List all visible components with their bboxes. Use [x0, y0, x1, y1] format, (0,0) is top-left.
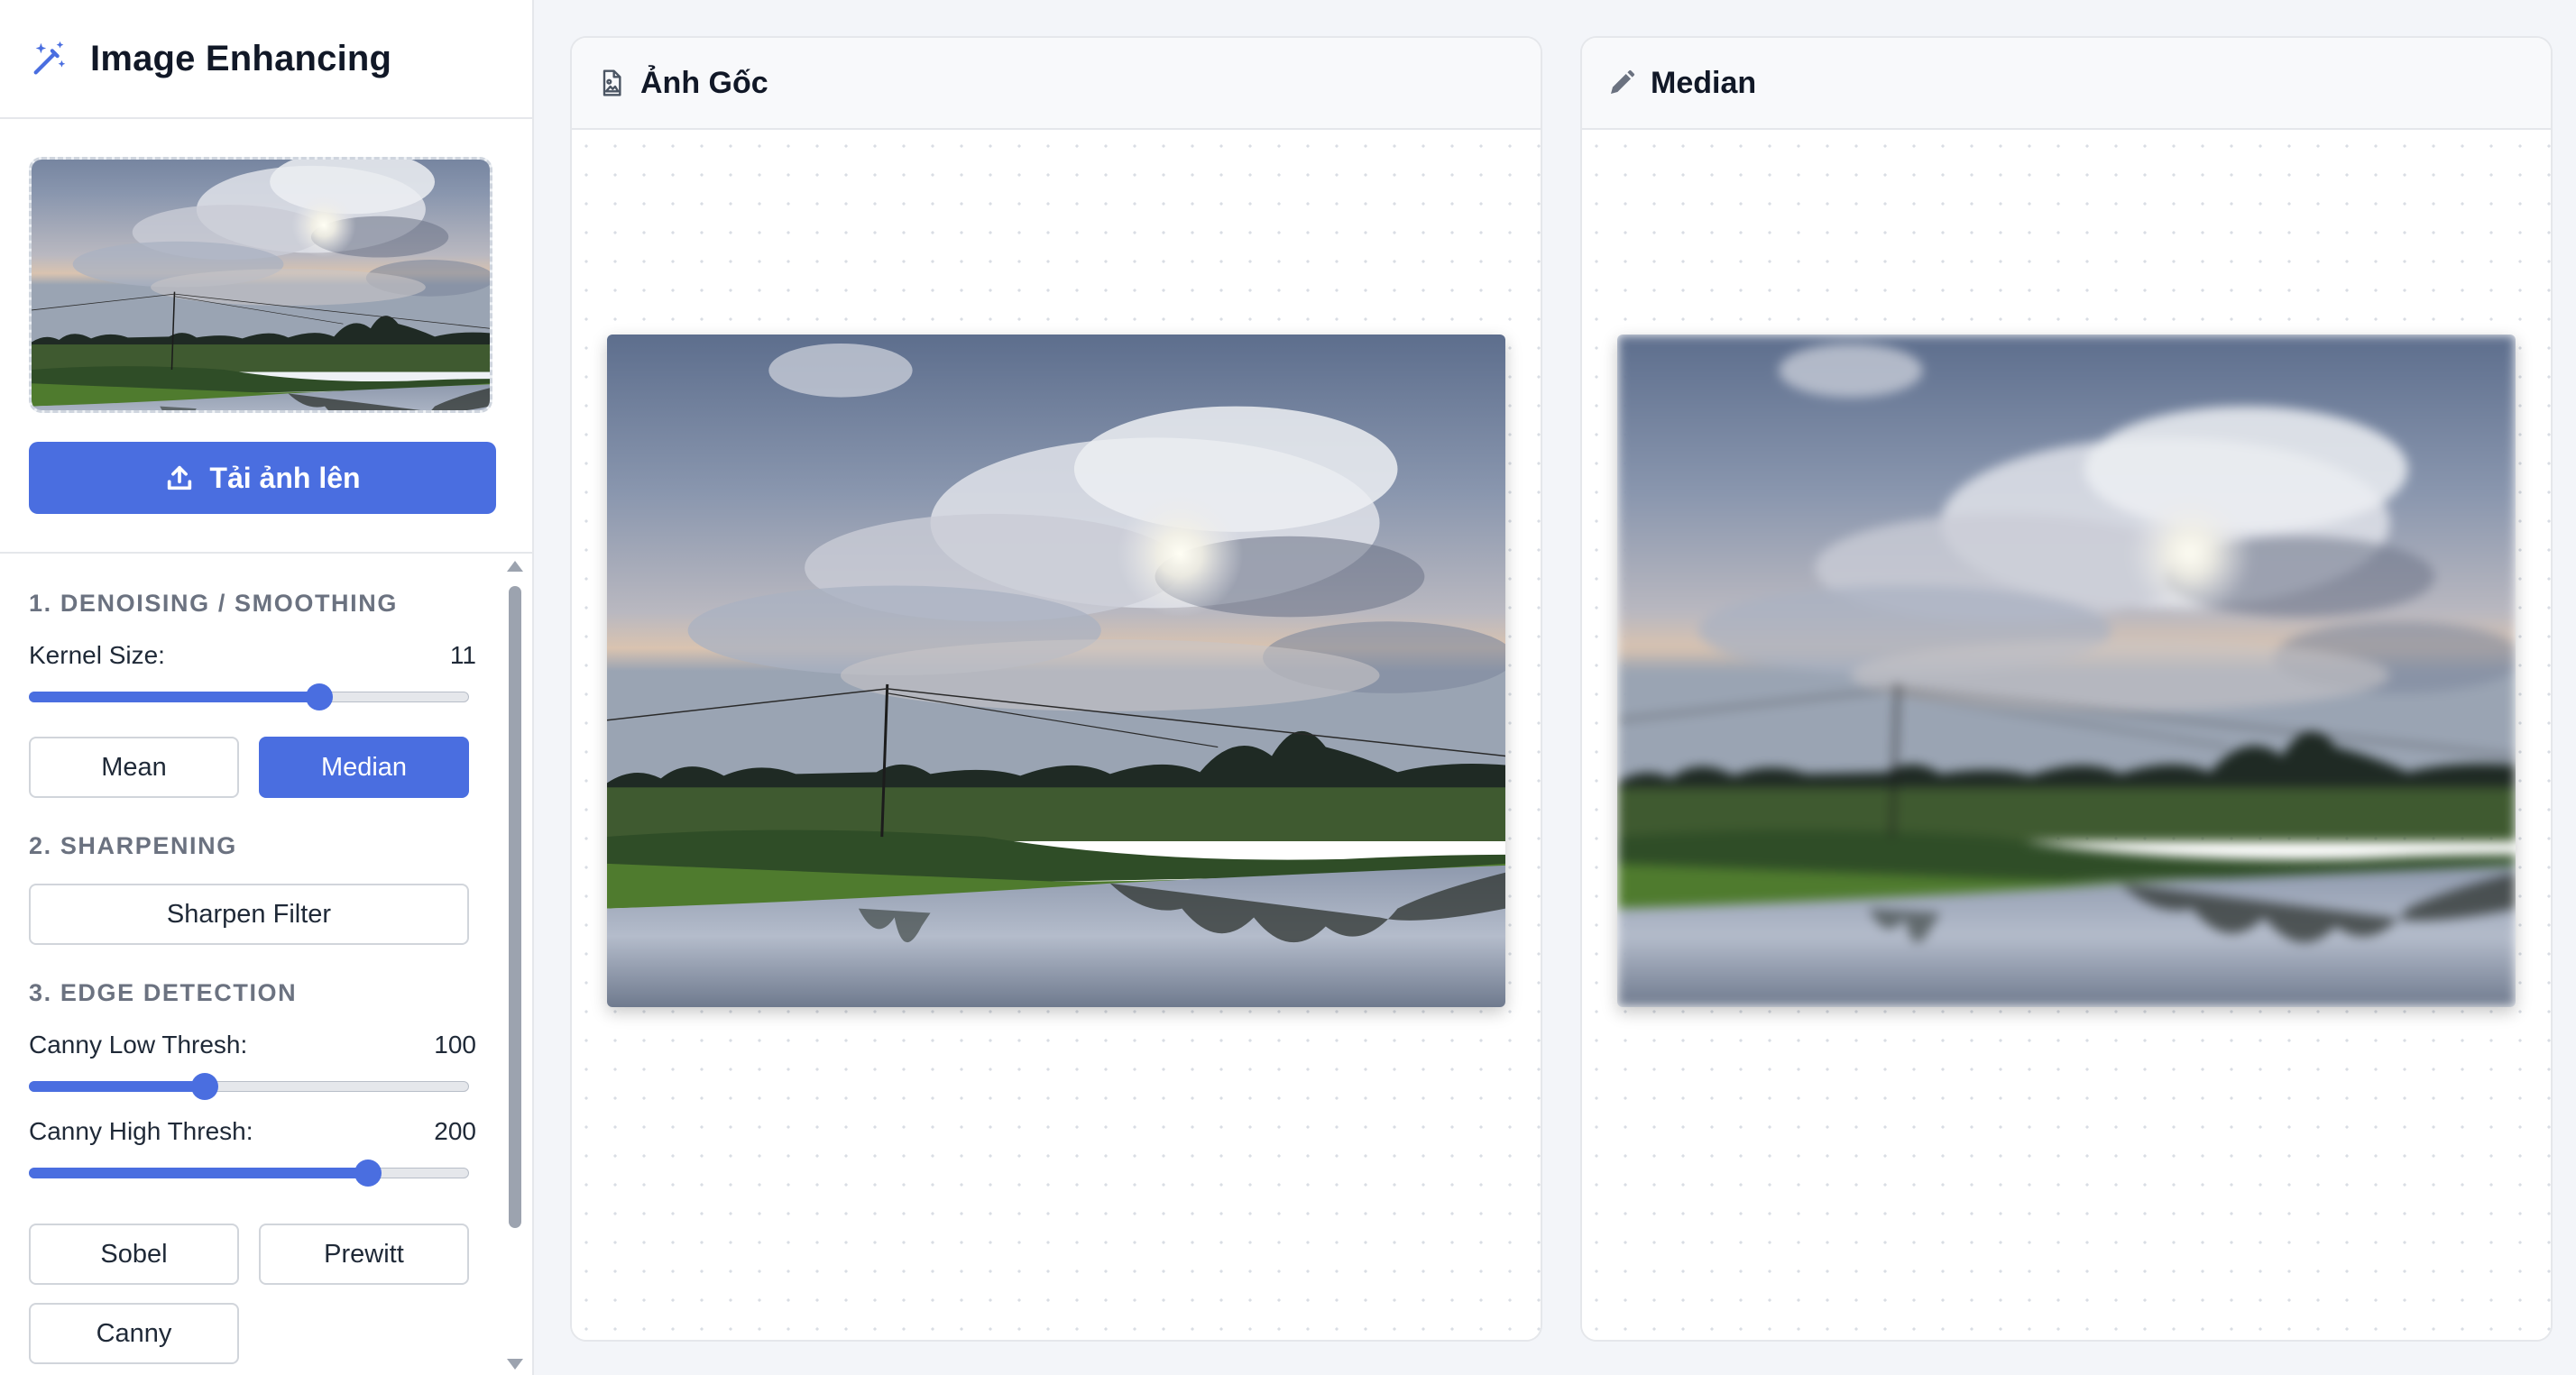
median-button[interactable]: Median — [259, 737, 469, 798]
canny-high-value: 200 — [434, 1117, 476, 1145]
canny-button[interactable]: Canny — [29, 1303, 239, 1364]
section-edge-title: 3. EDGE DETECTION — [29, 979, 298, 1006]
magic-wand-icon — [33, 41, 66, 75]
canny-low-label: Canny Low Thresh: — [29, 1031, 248, 1059]
slider-handle[interactable] — [306, 683, 334, 710]
edge-buttons-2: Canny — [29, 1303, 476, 1364]
slider-handle[interactable] — [191, 1073, 219, 1100]
original-image-panel: Ảnh Gốc — [570, 36, 1542, 1342]
kernel-size-label: Kernel Size: — [29, 641, 165, 669]
upload-area: Tải ảnh lên — [0, 119, 532, 554]
upload-button-label: Tải ảnh lên — [209, 461, 361, 494]
sidebar: Image Enhancing Tải ảnh lên 1. DENOISING… — [0, 0, 534, 1375]
canny-high-label: Canny High Thresh: — [29, 1117, 253, 1145]
slider-fill — [29, 1168, 368, 1178]
kernel-size-value: 11 — [449, 641, 476, 669]
thumbnail-preview[interactable] — [29, 157, 492, 413]
section-denoising-title: 1. DENOISING / SMOOTHING — [29, 590, 398, 617]
original-panel-header: Ảnh Gốc — [572, 38, 1541, 130]
scroll-up-icon[interactable] — [507, 561, 523, 572]
app-title: Image Enhancing — [90, 38, 392, 78]
image-file-icon — [603, 69, 621, 96]
sidebar-scrollbar[interactable] — [501, 555, 527, 1375]
mean-button[interactable]: Mean — [29, 737, 239, 798]
original-panel-title: Ảnh Gốc — [640, 65, 768, 100]
upload-button[interactable]: Tải ảnh lên — [29, 442, 496, 514]
canny-low-slider[interactable] — [29, 1072, 469, 1100]
scroll-down-icon[interactable] — [507, 1359, 523, 1370]
kernel-size-row: Kernel Size: 11 — [29, 641, 476, 670]
canny-high-row: Canny High Thresh: 200 — [29, 1117, 476, 1146]
slider-handle[interactable] — [354, 1160, 382, 1187]
app-root: Image Enhancing Tải ảnh lên 1. DENOISING… — [0, 0, 2576, 1375]
main-area: Ảnh Gốc Median — [534, 0, 2576, 1375]
original-image — [607, 335, 1505, 1007]
controls-panel: 1. DENOISING / SMOOTHING Kernel Size: 11… — [0, 555, 505, 1375]
result-image-panel: Median — [1580, 36, 2553, 1342]
kernel-size-slider[interactable] — [29, 683, 469, 710]
canny-high-slider[interactable] — [29, 1159, 469, 1187]
sobel-button[interactable]: Sobel — [29, 1224, 239, 1285]
edge-buttons: Sobel Prewitt — [29, 1224, 476, 1285]
sharpen-filter-button[interactable]: Sharpen Filter — [29, 884, 469, 945]
canny-low-value: 100 — [434, 1031, 476, 1059]
canny-low-row: Canny Low Thresh: 100 — [29, 1031, 476, 1059]
pencil-icon — [1611, 69, 1635, 94]
sharpen-buttons: Sharpen Filter — [29, 884, 476, 945]
upload-icon — [168, 465, 192, 490]
slider-fill — [29, 1081, 206, 1092]
result-canvas — [1582, 132, 2551, 1340]
prewitt-button[interactable]: Prewitt — [259, 1224, 469, 1285]
section-sharpening-title: 2. SHARPENING — [29, 832, 237, 859]
original-canvas — [572, 132, 1541, 1340]
result-panel-title: Median — [1651, 65, 1757, 100]
slider-fill — [29, 692, 320, 702]
smoothing-buttons: Mean Median — [29, 737, 476, 798]
brand-header: Image Enhancing — [0, 0, 532, 119]
result-panel-header: Median — [1582, 38, 2551, 130]
scroll-thumb[interactable] — [509, 586, 521, 1228]
result-image — [1617, 335, 2516, 1007]
